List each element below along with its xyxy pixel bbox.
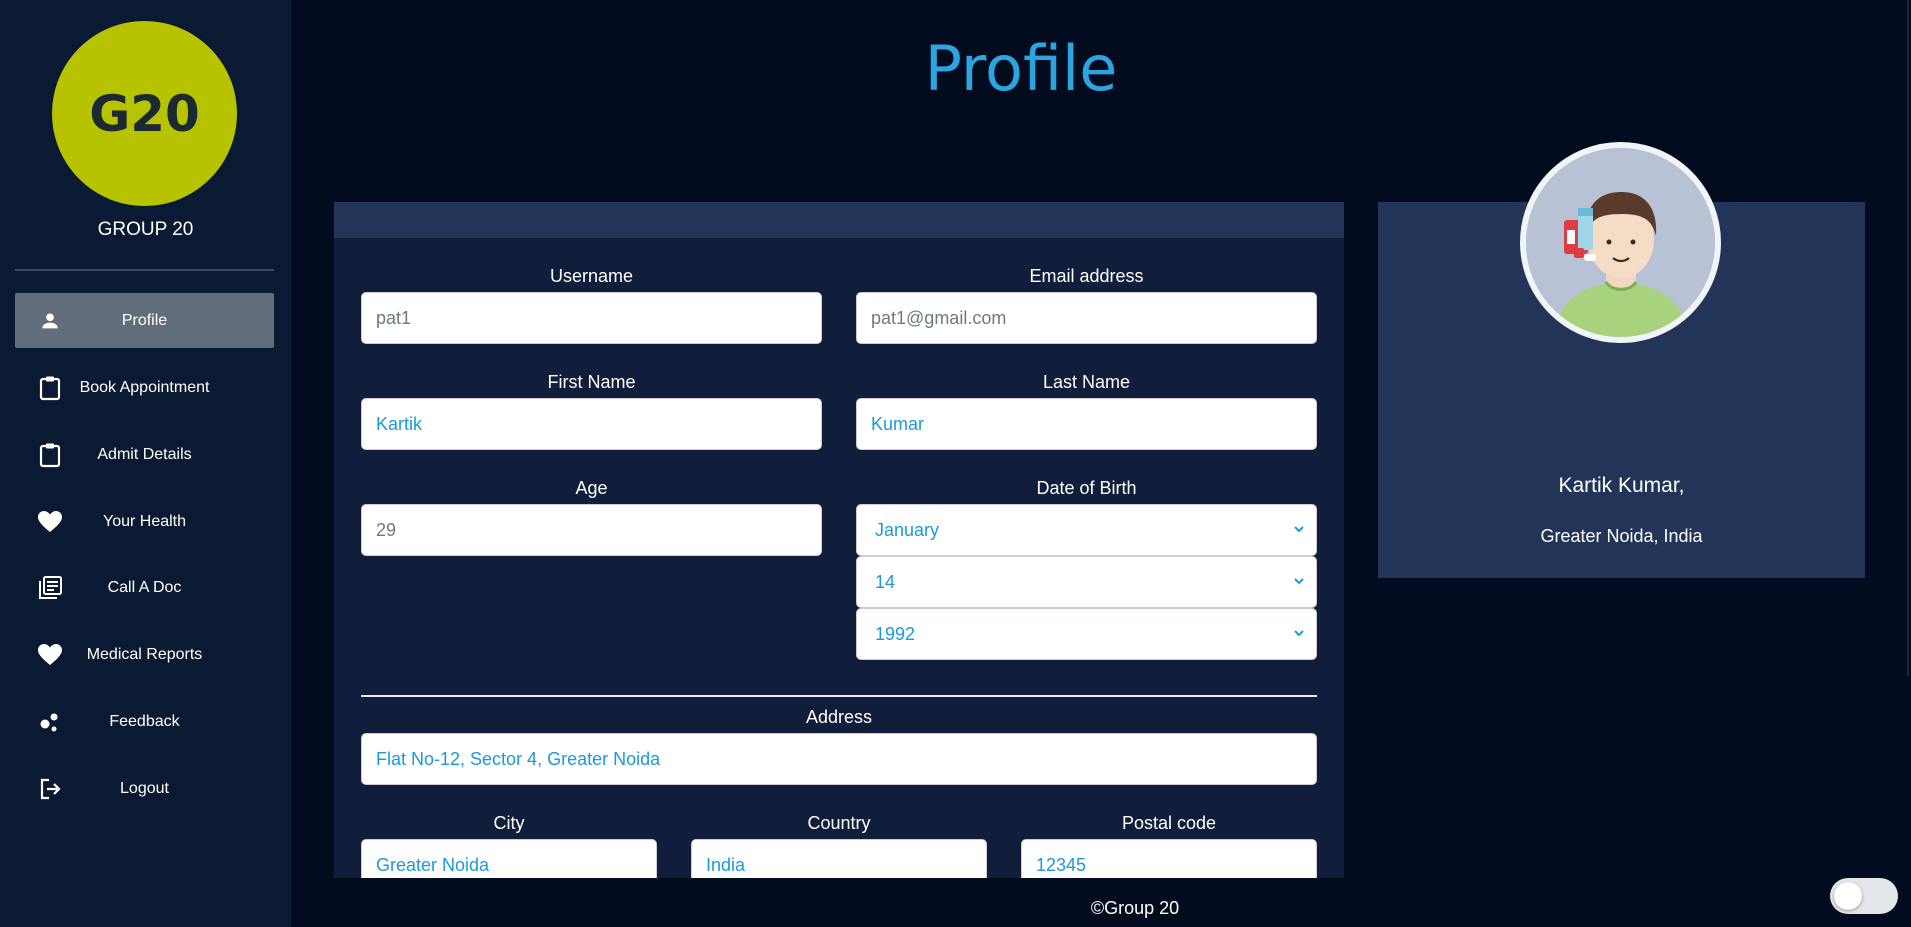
profile-location: Greater Noida, India xyxy=(1540,526,1703,546)
postal-code-field[interactable] xyxy=(1021,839,1317,878)
country-label: Country xyxy=(807,813,871,833)
heart-icon xyxy=(35,640,65,670)
chevron-down-icon xyxy=(1294,526,1304,533)
username-field[interactable] xyxy=(361,292,822,344)
sidebar-item-label: Logout xyxy=(120,779,169,797)
email-label: Email address xyxy=(1029,266,1144,286)
form-card-header xyxy=(334,202,1344,238)
form-divider xyxy=(361,695,1317,697)
sidebar-item-label: Admit Details xyxy=(97,445,192,463)
sidebar-item-logout[interactable]: Logout xyxy=(15,761,274,816)
email-field[interactable] xyxy=(856,292,1317,344)
age-label: Age xyxy=(575,478,608,498)
sidebar-item-feedback[interactable]: Feedback xyxy=(15,694,274,749)
chevron-down-icon xyxy=(1294,578,1304,585)
first-name-field[interactable] xyxy=(361,398,822,450)
sidebar-item-label: Call A Doc xyxy=(107,578,182,596)
dob-label: Date of Birth xyxy=(1036,478,1137,498)
sidebar-item-your-health[interactable]: Your Health xyxy=(15,494,274,549)
address-field[interactable] xyxy=(361,733,1317,785)
dob-day-value: 14 xyxy=(875,571,896,592)
last-name-label: Last Name xyxy=(1042,372,1131,392)
dob-month-value: January xyxy=(875,519,940,540)
profile-form: Username Email address First Name Last N… xyxy=(334,202,1344,878)
user-icon xyxy=(35,306,65,336)
brand-logo: G20 xyxy=(52,21,237,206)
library-books-icon xyxy=(35,573,65,603)
clipboard-icon xyxy=(35,440,65,470)
age-field[interactable] xyxy=(361,504,822,556)
sidebar: G20 GROUP 20 Profile Book Appointment Ad… xyxy=(0,0,291,927)
sidebar-item-call-a-doc[interactable]: Call A Doc xyxy=(15,560,274,615)
dob-month-select[interactable]: January xyxy=(856,504,1317,556)
user-avatar-illustration xyxy=(1526,148,1715,337)
bubble-chart-icon xyxy=(35,707,65,737)
brand-logo-text: G20 xyxy=(89,84,200,143)
dob-year-select[interactable]: 1992 xyxy=(856,608,1317,660)
sidebar-item-label: Your Health xyxy=(102,512,187,530)
theme-toggle[interactable] xyxy=(1830,878,1898,914)
postal-code-label: Postal code xyxy=(1121,813,1217,833)
first-name-label: First Name xyxy=(547,372,636,392)
heart-icon xyxy=(35,507,65,537)
chevron-down-icon xyxy=(1294,630,1304,637)
sidebar-item-admit-details[interactable]: Admit Details xyxy=(15,427,274,482)
last-name-field[interactable] xyxy=(856,398,1317,450)
sidebar-item-medical-reports[interactable]: Medical Reports xyxy=(15,627,274,682)
country-field[interactable] xyxy=(691,839,987,878)
sidebar-item-label: Feedback xyxy=(109,712,180,730)
scrollbar[interactable] xyxy=(1907,0,1909,676)
sidebar-item-label: Profile xyxy=(121,311,168,329)
sidebar-divider xyxy=(15,269,274,271)
avatar xyxy=(1520,142,1721,343)
sidebar-item-profile[interactable]: Profile xyxy=(15,293,274,348)
profile-name: Kartik Kumar, xyxy=(1558,474,1685,497)
address-label: Address xyxy=(805,707,873,727)
footer-copyright: ©Group 20 xyxy=(1090,898,1180,918)
dob-year-value: 1992 xyxy=(875,623,916,644)
logout-icon xyxy=(35,774,65,804)
toggle-knob xyxy=(1834,882,1862,910)
sidebar-item-book-appointment[interactable]: Book Appointment xyxy=(15,360,274,415)
city-label: City xyxy=(493,813,525,833)
sidebar-item-label: Book Appointment xyxy=(79,378,210,396)
page-title: Profile xyxy=(924,32,1118,105)
sidebar-item-label: Medical Reports xyxy=(86,645,203,663)
brand-name: GROUP 20 xyxy=(97,219,194,240)
city-field[interactable] xyxy=(361,839,657,878)
dob-day-select[interactable]: 14 xyxy=(856,556,1317,608)
username-label: Username xyxy=(549,266,634,286)
clipboard-icon xyxy=(35,373,65,403)
